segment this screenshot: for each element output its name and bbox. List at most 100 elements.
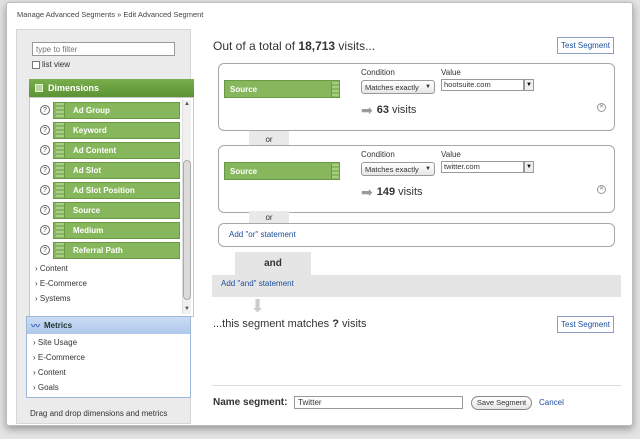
drag-handle-icon[interactable] bbox=[56, 142, 65, 158]
breadcrumb: Manage Advanced Segments » Edit Advanced… bbox=[17, 10, 203, 19]
help-icon[interactable]: ? bbox=[40, 125, 50, 135]
dimension-item[interactable]: ? Ad Content bbox=[40, 140, 180, 160]
arrow-right-icon: ➡ bbox=[361, 102, 373, 118]
metric-group-goals[interactable]: › Goals bbox=[33, 383, 59, 392]
add-and-link[interactable]: Add "and" statement bbox=[221, 279, 294, 288]
remove-condition-icon[interactable]: ✕ bbox=[597, 185, 606, 194]
breadcrumb-manage-segments[interactable]: Manage Advanced Segments bbox=[17, 10, 115, 19]
condition-label: Condition bbox=[361, 150, 395, 159]
condition-dimension-source[interactable]: Source bbox=[224, 162, 340, 180]
value-input[interactable]: hootsuite.com bbox=[441, 79, 524, 91]
dimension-medium[interactable]: Medium bbox=[53, 221, 180, 239]
drag-handle-icon[interactable] bbox=[56, 242, 65, 258]
scroll-up-icon[interactable]: ▲ bbox=[183, 100, 191, 109]
condition-visits-suffix: visits bbox=[398, 186, 423, 198]
help-icon[interactable]: ? bbox=[40, 225, 50, 235]
total-suffix: visits... bbox=[335, 39, 376, 53]
condition-visits-count: 63 bbox=[376, 104, 389, 116]
condition-dimension-source[interactable]: Source bbox=[224, 80, 340, 98]
metric-group-ecommerce[interactable]: › E-Commerce bbox=[33, 353, 85, 362]
dimension-item[interactable]: ? Referral Path bbox=[40, 240, 180, 260]
condition-select-value: Matches exactly bbox=[365, 164, 419, 174]
drag-handle-icon[interactable] bbox=[56, 182, 65, 198]
matches-value: ? bbox=[332, 318, 339, 330]
segment-editor-window: Manage Advanced Segments » Edit Advanced… bbox=[6, 2, 633, 426]
save-segment-button[interactable]: Save Segment bbox=[471, 396, 532, 410]
dimension-item[interactable]: ? Ad Group bbox=[40, 100, 180, 120]
dimension-label: Referral Path bbox=[73, 245, 123, 255]
help-icon[interactable]: ? bbox=[40, 165, 50, 175]
arrow-down-icon: ⬇ bbox=[250, 296, 266, 316]
value-input[interactable]: twitter.com bbox=[441, 161, 524, 173]
dimension-label: Ad Slot Position bbox=[73, 185, 135, 195]
condition-visits-suffix: visits bbox=[391, 104, 417, 116]
drag-handle-icon[interactable] bbox=[56, 222, 65, 238]
dimension-group-ecommerce[interactable]: › E-Commerce bbox=[35, 279, 87, 288]
scroll-down-icon[interactable]: ▼ bbox=[183, 305, 191, 314]
test-segment-button-bottom[interactable]: Test Segment bbox=[557, 316, 614, 333]
dimension-ad-slot[interactable]: Ad Slot bbox=[53, 161, 180, 179]
condition-select[interactable]: Matches exactly ▼ bbox=[361, 80, 435, 94]
condition-select[interactable]: Matches exactly ▼ bbox=[361, 162, 435, 176]
total-visits-value: 18,713 bbox=[298, 39, 336, 53]
help-icon[interactable]: ? bbox=[40, 205, 50, 215]
chevron-down-icon: ▼ bbox=[425, 84, 431, 90]
dimension-keyword[interactable]: Keyword bbox=[53, 121, 180, 139]
dimension-item[interactable]: ? Ad Slot bbox=[40, 160, 180, 180]
dimension-item[interactable]: ? Keyword bbox=[40, 120, 180, 140]
drag-handle-icon[interactable] bbox=[56, 162, 65, 178]
drag-handle-icon[interactable] bbox=[331, 82, 339, 97]
dimension-source[interactable]: Source bbox=[53, 201, 180, 219]
drag-handle-icon[interactable] bbox=[56, 102, 65, 118]
filter-input[interactable] bbox=[32, 42, 175, 56]
dimension-referral-path[interactable]: Referral Path bbox=[53, 241, 180, 259]
matches-prefix: ...this segment matches bbox=[213, 318, 333, 330]
drag-handle-icon[interactable] bbox=[56, 202, 65, 218]
metric-group-site-usage[interactable]: › Site Usage bbox=[33, 338, 77, 347]
dimension-ad-content[interactable]: Ad Content bbox=[53, 141, 180, 159]
help-icon[interactable]: ? bbox=[40, 145, 50, 155]
dimensions-scrollbar[interactable]: ▲ ▼ bbox=[182, 100, 191, 314]
add-or-link[interactable]: Add "or" statement bbox=[229, 230, 296, 239]
total-prefix: Out of a total of bbox=[213, 39, 299, 53]
drag-handle-icon[interactable] bbox=[331, 164, 339, 179]
metric-group-content[interactable]: › Content bbox=[33, 368, 66, 377]
dimension-ad-slot-position[interactable]: Ad Slot Position bbox=[53, 181, 180, 199]
value-dropdown-button[interactable]: ▼ bbox=[524, 79, 534, 91]
help-icon[interactable]: ? bbox=[40, 185, 50, 195]
condition-label: Condition bbox=[361, 68, 395, 77]
remove-condition-icon[interactable]: ✕ bbox=[597, 103, 606, 112]
help-icon[interactable]: ? bbox=[40, 245, 50, 255]
dimension-item[interactable]: ? Source bbox=[40, 200, 180, 220]
breadcrumb-current: Edit Advanced Segment bbox=[123, 10, 204, 19]
or-condition-1: Source Condition Value Matches exactly ▼ … bbox=[218, 63, 615, 131]
dimension-item[interactable]: ? Ad Slot Position bbox=[40, 180, 180, 200]
condition-dimension-label: Source bbox=[230, 84, 258, 94]
dimension-item[interactable]: ? Medium bbox=[40, 220, 180, 240]
list-view-label: list view bbox=[42, 60, 71, 69]
value-label: Value bbox=[441, 68, 461, 77]
list-view-checkbox[interactable] bbox=[32, 60, 40, 69]
dimension-group-content[interactable]: › Content bbox=[35, 264, 68, 273]
value-dropdown-button[interactable]: ▼ bbox=[524, 161, 534, 173]
dimension-group-systems[interactable]: › Systems bbox=[35, 294, 71, 303]
matches-suffix: visits bbox=[338, 318, 367, 330]
cancel-link[interactable]: Cancel bbox=[539, 398, 564, 407]
dimension-label: Keyword bbox=[73, 125, 107, 135]
condition-visits: ➡ 63 visits bbox=[361, 102, 417, 118]
metrics-panel: 〰 Metrics › Site Usage › E-Commerce › Co… bbox=[26, 316, 191, 398]
dimension-label: Ad Slot bbox=[73, 165, 101, 175]
arrow-right-icon: ➡ bbox=[361, 184, 373, 200]
dimensions-header[interactable]: Dimensions bbox=[29, 79, 194, 97]
scrollbar-thumb[interactable] bbox=[183, 160, 191, 300]
metrics-header[interactable]: 〰 Metrics bbox=[27, 317, 190, 334]
help-icon[interactable]: ? bbox=[40, 105, 50, 115]
segment-matches-summary: ...this segment matches ? visits bbox=[213, 318, 366, 330]
dimensions-list: ? Ad Group ? Keyword ? Ad Content ? Ad Slot … bbox=[29, 97, 194, 317]
dimension-ad-group[interactable]: Ad Group bbox=[53, 101, 180, 119]
list-view-toggle[interactable]: list view bbox=[32, 60, 70, 69]
segment-name-input[interactable]: Twitter bbox=[294, 396, 463, 409]
drag-handle-icon[interactable] bbox=[56, 122, 65, 138]
drag-hint: Drag and drop dimensions and metrics bbox=[30, 409, 168, 418]
test-segment-button-top[interactable]: Test Segment bbox=[557, 37, 614, 54]
